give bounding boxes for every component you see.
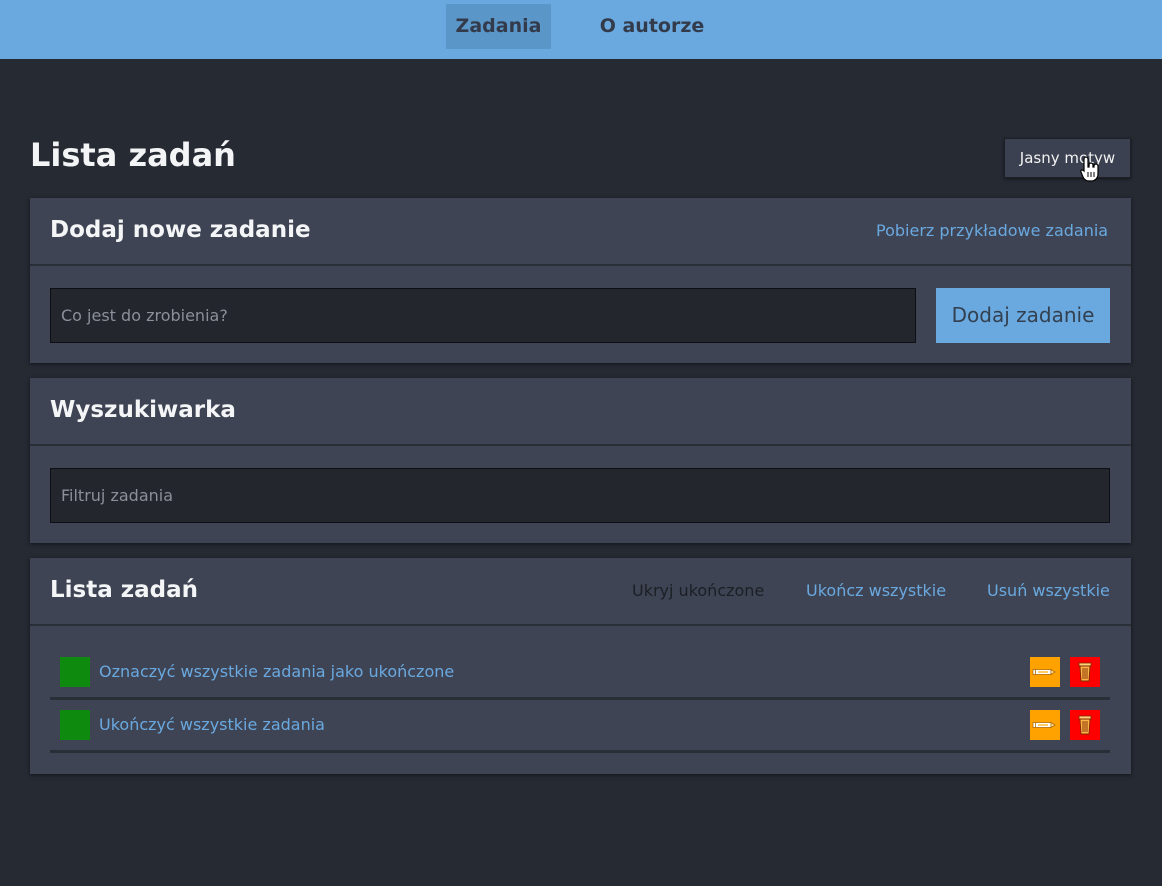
task-complete-checkbox[interactable] <box>60 657 90 687</box>
delete-task-button[interactable] <box>1070 657 1100 687</box>
add-task-card: Dodaj nowe zadanie Pobierz przykładowe z… <box>30 198 1131 363</box>
page-title: Lista zadań <box>30 136 236 174</box>
filter-tasks-input[interactable] <box>50 468 1110 523</box>
hide-completed-link[interactable]: Ukryj ukończone <box>632 581 764 600</box>
add-task-card-header: Dodaj nowe zadanie Pobierz przykładowe z… <box>30 198 1131 266</box>
task-item: Oznaczyć wszystkie zadania jako ukończon… <box>50 647 1110 700</box>
task-list-title: Lista zadań <box>50 577 199 603</box>
nav-item-o-autorze[interactable]: O autorze <box>592 4 712 49</box>
load-sample-tasks-link[interactable]: Pobierz przykładowe zadania <box>876 221 1108 240</box>
task-list-card-header: Lista zadań Ukryj ukończone Ukończ wszys… <box>30 558 1131 626</box>
task-complete-checkbox[interactable] <box>60 710 90 740</box>
task-text[interactable]: Ukończyć wszystkie zadania <box>99 715 325 734</box>
pencil-icon <box>1032 721 1056 729</box>
task-item: Ukończyć wszystkie zadania <box>50 700 1110 753</box>
nav-item-zadania[interactable]: Zadania <box>446 4 551 49</box>
task-text[interactable]: Oznaczyć wszystkie zadania jako ukończon… <box>99 662 454 681</box>
search-card: Wyszukiwarka <box>30 378 1131 543</box>
theme-toggle-button[interactable]: Jasny motyw <box>1004 138 1131 178</box>
hand-pointer-cursor-icon <box>1080 156 1099 182</box>
edit-task-button[interactable] <box>1030 710 1060 740</box>
add-task-title: Dodaj nowe zadanie <box>50 217 311 243</box>
complete-all-link[interactable]: Ukończ wszystkie <box>806 581 946 600</box>
trash-icon <box>1078 662 1092 682</box>
search-title: Wyszukiwarka <box>50 397 236 423</box>
trash-icon <box>1078 715 1092 735</box>
new-task-input[interactable] <box>50 288 916 343</box>
delete-task-button[interactable] <box>1070 710 1100 740</box>
search-card-header: Wyszukiwarka <box>30 378 1131 446</box>
edit-task-button[interactable] <box>1030 657 1060 687</box>
top-navigation: Zadania O autorze <box>0 0 1162 59</box>
delete-all-link[interactable]: Usuń wszystkie <box>987 581 1110 600</box>
pencil-icon <box>1032 668 1056 676</box>
add-task-button[interactable]: Dodaj zadanie <box>936 288 1110 343</box>
task-list-card: Lista zadań Ukryj ukończone Ukończ wszys… <box>30 558 1131 774</box>
